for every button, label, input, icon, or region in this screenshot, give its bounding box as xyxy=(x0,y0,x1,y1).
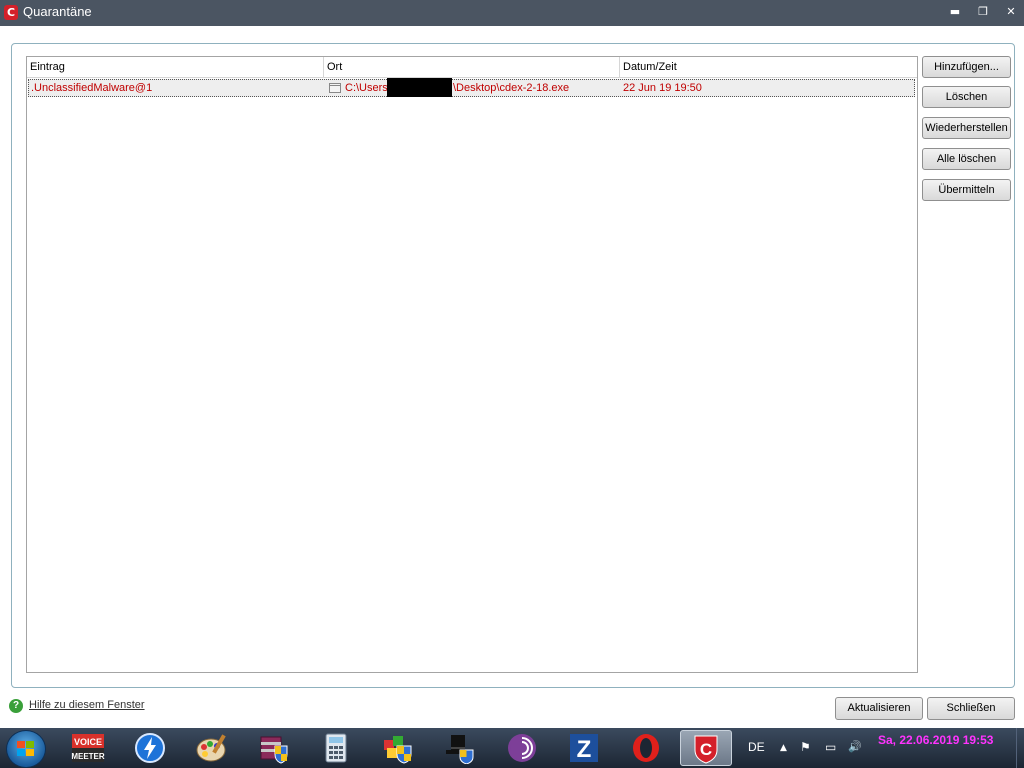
opera-taskbar-button[interactable] xyxy=(624,731,668,765)
network-icon[interactable]: ▭ xyxy=(825,740,836,754)
column-header-location[interactable]: Ort xyxy=(324,57,620,77)
restore-button[interactable]: Wiederherstellen xyxy=(922,117,1011,139)
volume-icon[interactable]: 🔊 xyxy=(848,740,862,753)
top-hat-icon xyxy=(446,735,474,764)
zonealarm-icon: Z xyxy=(570,734,598,763)
minimize-button[interactable]: ▬ xyxy=(942,3,968,21)
window-title: Quarantäne xyxy=(23,4,92,19)
tor-browser-taskbar-button[interactable] xyxy=(500,731,544,765)
path-suffix: \Desktop\cdex-2-18.exe xyxy=(453,82,570,94)
redaction-block xyxy=(387,78,452,97)
windows-logo-icon xyxy=(17,741,35,757)
paint-palette-icon xyxy=(196,734,226,762)
taskbar: VOICE MEETER Z C DE ▲ ⚑ ▭ 🔊 Sa, 22.06.20… xyxy=(0,728,1024,768)
help-link[interactable]: Hilfe zu diesem Fenster xyxy=(29,699,145,711)
comodo-taskbar-button[interactable]: C xyxy=(680,730,732,766)
voicemeeter-taskbar-button[interactable]: VOICE MEETER xyxy=(66,731,110,765)
close-window-button[interactable]: ✕ xyxy=(998,3,1024,21)
tor-onion-icon xyxy=(508,734,536,762)
comodo-letter: C xyxy=(700,740,712,759)
quarantine-list[interactable]: Eintrag Ort Datum/Zeit .UnclassifiedMalw… xyxy=(26,56,918,673)
delete-button[interactable]: Löschen xyxy=(922,86,1011,108)
archive-shield-icon xyxy=(260,736,288,764)
installer-boxes-icon xyxy=(384,736,412,764)
file-icon xyxy=(329,83,341,93)
voicemeeter-top-text: VOICE xyxy=(74,737,102,747)
paint-taskbar-button[interactable] xyxy=(190,731,234,765)
voicemeeter-bottom-text: MEETER xyxy=(71,752,105,761)
action-center-flag-icon[interactable]: ⚑ xyxy=(800,740,811,754)
column-header-entry[interactable]: Eintrag xyxy=(27,57,324,77)
title-bar: C Quarantäne ▬ ❐ ✕ xyxy=(0,0,1024,26)
show-desktop-button[interactable] xyxy=(1016,728,1024,768)
path-prefix: C:\Users xyxy=(345,82,388,94)
list-header: Eintrag Ort Datum/Zeit xyxy=(27,57,917,78)
refresh-button[interactable]: Aktualisieren xyxy=(835,697,923,720)
lightning-bolt-icon xyxy=(135,733,165,763)
taskbar-clock[interactable]: Sa, 22.06.2019 19:53 xyxy=(878,733,993,747)
entry-name: .UnclassifiedMalware@1 xyxy=(31,82,153,94)
comodo-shield-icon: C xyxy=(694,735,718,764)
opera-icon xyxy=(633,734,659,762)
close-button[interactable]: Schließen xyxy=(927,697,1015,720)
entry-datetime: 22 Jun 19 19:50 xyxy=(623,82,702,94)
zonealarm-letter: Z xyxy=(577,736,592,763)
thunderbolt-taskbar-button[interactable] xyxy=(128,731,172,765)
table-row[interactable]: .UnclassifiedMalware@1 C:\Users \Desktop… xyxy=(28,78,915,97)
add-button[interactable]: Hinzufügen... xyxy=(922,56,1011,78)
start-button[interactable] xyxy=(6,730,46,768)
language-indicator[interactable]: DE xyxy=(748,740,765,754)
help-icon[interactable]: ? xyxy=(9,699,23,713)
zonealarm-taskbar-button[interactable]: Z xyxy=(562,731,606,765)
delete-all-button[interactable]: Alle löschen xyxy=(922,148,1011,170)
show-hidden-icons-arrow-icon[interactable]: ▲ xyxy=(780,743,787,753)
comodo-logo-icon: C xyxy=(4,5,18,20)
top-hat-taskbar-button[interactable] xyxy=(438,731,482,765)
installer-taskbar-button[interactable] xyxy=(376,731,420,765)
calculator-taskbar-button[interactable] xyxy=(314,731,358,765)
calculator-icon xyxy=(325,733,347,763)
voicemeeter-icon: VOICE MEETER xyxy=(71,734,105,762)
winrar-taskbar-button[interactable] xyxy=(252,731,296,765)
column-header-datetime[interactable]: Datum/Zeit xyxy=(620,57,917,77)
submit-button[interactable]: Übermitteln xyxy=(922,179,1011,201)
maximize-button[interactable]: ❐ xyxy=(970,3,996,21)
